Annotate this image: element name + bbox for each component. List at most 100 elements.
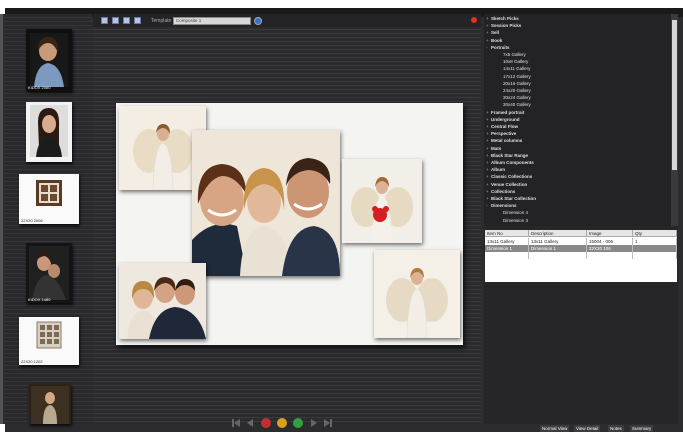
tree-item-label: 30x24 Gallery xyxy=(503,95,531,101)
thumbnail-strip[interactable]: KIDOX 2060 KIDOX 2050 22X20 2006 KIDOX 1… xyxy=(2,14,92,424)
tree-item[interactable]: + Underground xyxy=(486,117,520,123)
tree-item[interactable]: Dimension 4 xyxy=(498,210,528,216)
thumbnail-item[interactable]: 22X20 2006 xyxy=(19,174,79,224)
cell-qty xyxy=(633,245,677,252)
expand-icon[interactable]: + xyxy=(486,16,489,22)
tab-notes[interactable]: Notes xyxy=(608,425,624,432)
tree-item[interactable]: + Album xyxy=(486,167,505,173)
expand-icon[interactable]: + xyxy=(486,38,489,44)
tree-item[interactable]: + Classic Collections xyxy=(486,174,532,180)
help-icon[interactable] xyxy=(254,17,262,25)
tree-item[interactable]: + Black Star Collection xyxy=(486,196,536,202)
tree-item[interactable]: + Metal columns xyxy=(486,138,522,144)
save-layout-icon[interactable] xyxy=(123,17,130,24)
cell-image: 15004 - 006 xyxy=(587,238,633,245)
left-scrollbar[interactable] xyxy=(0,14,3,424)
tree-item[interactable]: + Central Flow xyxy=(486,124,518,130)
tree-item[interactable]: 14x11 Gallery xyxy=(498,66,530,72)
previous-icon[interactable] xyxy=(245,418,255,428)
pause-icon[interactable] xyxy=(277,418,287,428)
expand-icon[interactable]: + xyxy=(486,131,489,137)
tab-summary[interactable]: Summary xyxy=(630,425,654,432)
order-table[interactable]: Item No Description Image Qty 13x11 Gall… xyxy=(485,230,677,282)
tree-item[interactable]: + Venue Collection xyxy=(486,182,527,188)
expand-icon[interactable]: + xyxy=(486,167,489,173)
column-header-description[interactable]: Description xyxy=(529,230,587,237)
thumbnail-item[interactable]: 22X20 1202 xyxy=(19,317,79,365)
expand-icon[interactable]: + xyxy=(486,110,489,116)
play-icon[interactable] xyxy=(293,418,303,428)
tree-item[interactable]: + Book xyxy=(486,38,502,44)
framed-product-photo xyxy=(36,180,62,206)
next-icon[interactable] xyxy=(309,418,319,428)
table-row[interactable] xyxy=(485,252,677,259)
expand-icon[interactable]: + xyxy=(486,23,489,29)
open-layout-icon[interactable] xyxy=(112,17,119,24)
tree-item[interactable]: + Sell xyxy=(486,30,499,36)
tree-item[interactable]: + Perspective xyxy=(486,131,516,137)
last-icon[interactable] xyxy=(323,418,333,428)
composite-canvas[interactable] xyxy=(116,103,463,345)
tree-item[interactable]: 30x24 Gallery xyxy=(498,95,531,101)
thumbnail-label: 22X20 1202 xyxy=(21,359,43,364)
expand-icon[interactable]: + xyxy=(486,138,489,144)
thumbnail-item[interactable]: KIDOX 1480 xyxy=(26,243,72,303)
tree-item[interactable]: + Sketch Picks xyxy=(486,16,519,22)
expand-icon[interactable]: + xyxy=(486,153,489,159)
tree-scrollbar[interactable] xyxy=(671,14,678,226)
collapse-icon[interactable]: - xyxy=(486,203,489,209)
thumbnail-item[interactable]: KIDOX 2060 xyxy=(26,29,72,91)
expand-icon[interactable]: + xyxy=(486,117,489,123)
expand-icon[interactable]: + xyxy=(486,146,489,152)
expand-icon[interactable]: + xyxy=(486,189,489,195)
tree-item[interactable]: + Collections xyxy=(486,189,515,195)
expand-icon[interactable]: + xyxy=(486,160,489,166)
photo-slot[interactable] xyxy=(342,159,422,243)
column-header-qty[interactable]: Qty xyxy=(633,230,677,237)
expand-icon[interactable]: + xyxy=(486,124,489,130)
tree-item[interactable]: 10x8 Gallery xyxy=(498,59,528,65)
tree-item[interactable]: + Framed portrait xyxy=(486,110,524,116)
expand-icon[interactable]: + xyxy=(486,174,489,180)
table-row-selected[interactable]: Dimension 1 Dimension 1 22X20 106 xyxy=(485,245,677,252)
expand-icon[interactable]: + xyxy=(486,30,489,36)
photo-slot[interactable] xyxy=(374,250,460,338)
tree-item[interactable]: Dimension 3 xyxy=(498,218,528,224)
tree-item[interactable]: - Dimensions xyxy=(486,203,517,209)
tree-item-label: Framed portrait xyxy=(491,109,525,115)
column-header-image[interactable]: Image xyxy=(587,230,633,237)
composite-workspace: Template Composite 1 xyxy=(93,14,481,428)
tab-view-detail[interactable]: View Detail xyxy=(574,425,601,432)
tab-normal-view[interactable]: Normal View xyxy=(540,425,570,432)
tree-item[interactable]: 17x12 Gallery xyxy=(498,74,531,80)
tree-item[interactable]: + Session Picks xyxy=(486,23,521,29)
expand-icon[interactable]: + xyxy=(486,196,489,202)
close-icon[interactable] xyxy=(471,17,477,23)
tree-item-label: 24x20 Gallery xyxy=(503,88,531,93)
thumbnail-item[interactable] xyxy=(29,384,71,424)
product-tree[interactable]: + Sketch Picks + Session Picks + Sell + Book - Po… xyxy=(484,14,678,226)
tree-item[interactable]: + Album Components xyxy=(486,160,534,166)
tree-item[interactable]: 30x40 Gallery xyxy=(498,102,531,108)
stop-icon[interactable] xyxy=(261,418,271,428)
photo-slot[interactable] xyxy=(119,263,206,339)
tree-item[interactable]: - Portraits xyxy=(486,45,510,51)
column-header-item-no[interactable]: Item No xyxy=(485,230,529,237)
tree-scrollbar-thumb[interactable] xyxy=(672,20,677,170)
table-row[interactable]: 13x11 Gallery 13x11 Gallery 15004 - 006 … xyxy=(485,238,677,245)
tree-item[interactable]: 24x20 Gallery xyxy=(498,88,531,94)
photo-slot[interactable] xyxy=(192,130,340,276)
tree-item[interactable]: + Mats xyxy=(486,146,501,152)
thumbnail-item[interactable]: KIDOX 2050 xyxy=(26,102,72,162)
tree-item[interactable]: 20x16 Gallery xyxy=(498,81,531,87)
family-photo xyxy=(192,130,340,276)
tree-item-label: Perspective xyxy=(491,131,517,137)
tree-item[interactable]: 7x5 Gallery xyxy=(498,52,526,58)
collapse-icon[interactable]: - xyxy=(486,45,489,51)
template-select[interactable]: Composite 1 xyxy=(173,17,251,25)
print-layout-icon[interactable] xyxy=(134,17,141,24)
first-icon[interactable] xyxy=(231,418,241,428)
expand-icon[interactable]: + xyxy=(486,182,489,188)
tree-item[interactable]: + Black Star Range xyxy=(486,153,528,159)
new-layout-icon[interactable] xyxy=(101,17,108,24)
